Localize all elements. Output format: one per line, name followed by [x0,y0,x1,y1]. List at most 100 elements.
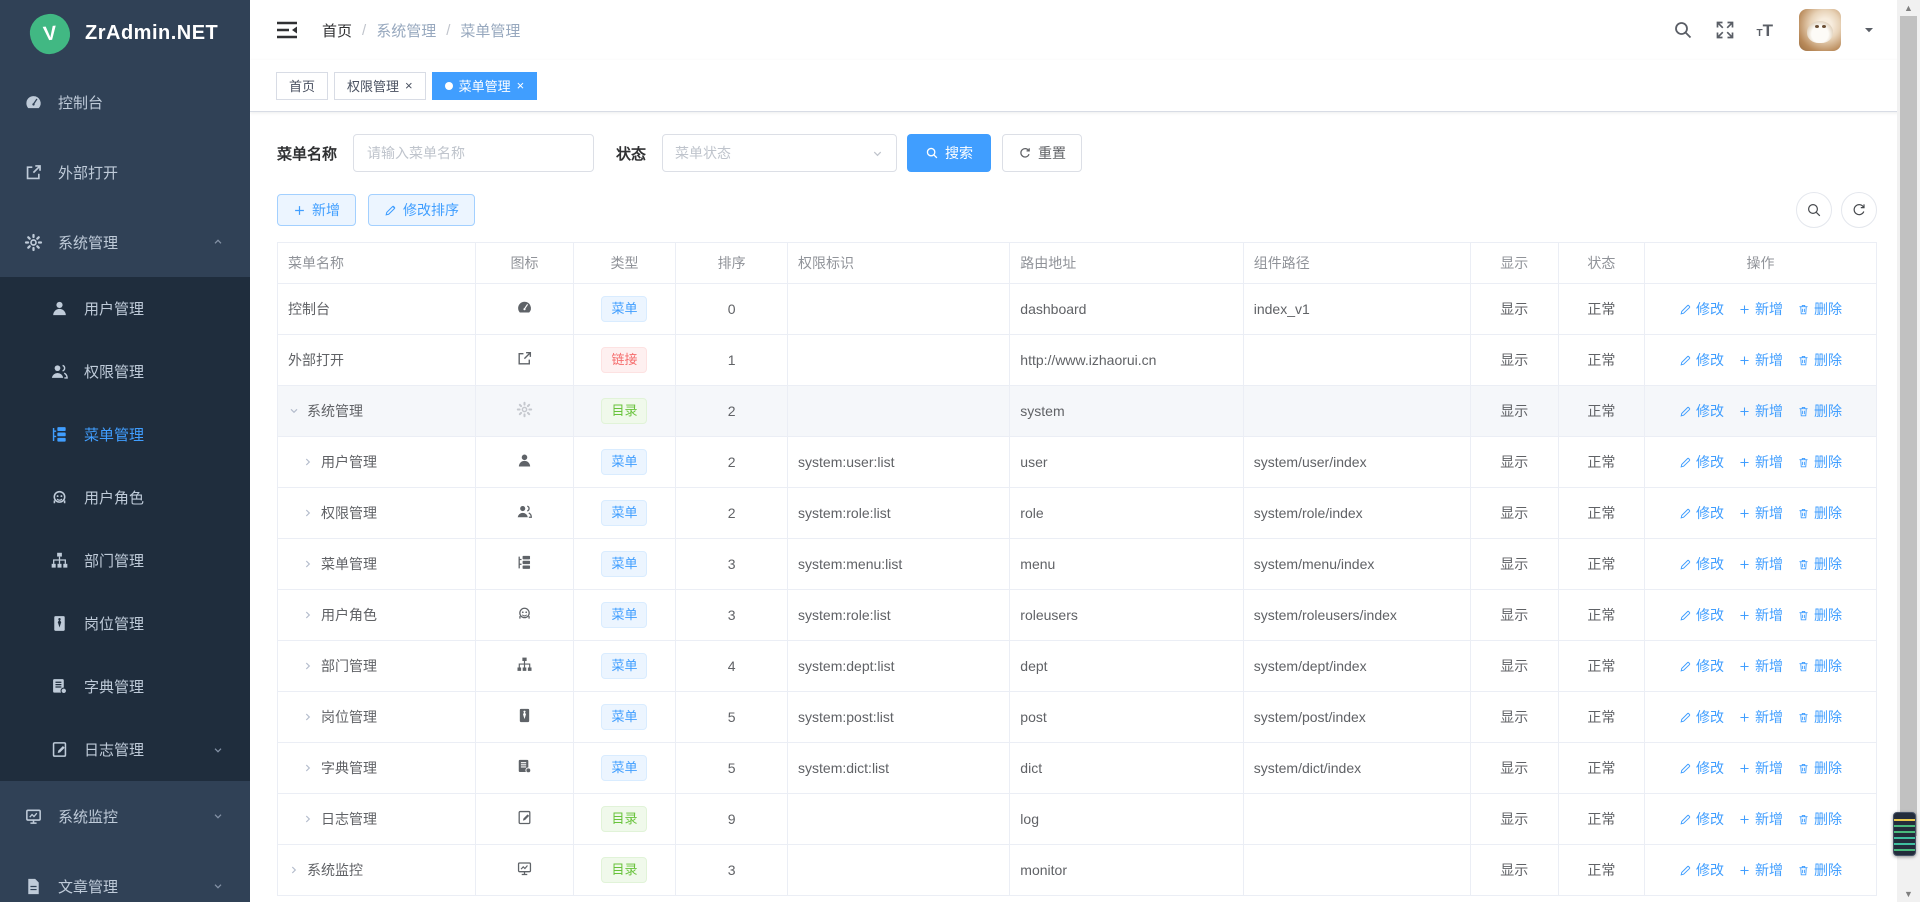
fullscreen-icon[interactable] [1715,20,1735,40]
page-scrollbar[interactable]: ▲ ▼ [1897,0,1920,902]
edit-link[interactable]: 修改 [1679,350,1724,370]
delete-link[interactable]: 删除 [1797,605,1842,625]
add-button[interactable]: 新增 [277,194,356,226]
delete-link[interactable]: 删除 [1797,503,1842,523]
sidebar-item-logs[interactable]: 日志管理 [0,718,250,781]
edit-link[interactable]: 修改 [1679,452,1724,472]
add-link[interactable]: 新增 [1738,758,1783,778]
delete-link[interactable]: 删除 [1797,554,1842,574]
close-icon[interactable]: × [517,79,525,92]
dict-icon [516,758,533,775]
type-tag: 菜单 [601,602,647,629]
delete-link[interactable]: 删除 [1797,809,1842,829]
sidebar-item-dashboard[interactable]: 控制台 [0,67,250,137]
component-cell: system/dict/index [1243,743,1470,794]
sidebar-item-departments[interactable]: 部门管理 [0,529,250,592]
edit-link[interactable]: 修改 [1679,758,1724,778]
dashboard-icon [24,93,43,112]
avatar[interactable] [1799,9,1841,51]
breadcrumb-separator: / [362,22,366,39]
add-link[interactable]: 新增 [1738,503,1783,523]
toggle-search-button[interactable] [1796,192,1832,228]
logo-mark-icon: V [28,12,72,56]
scroll-marker-widget[interactable] [1893,812,1916,856]
tab-home[interactable]: 首页 [276,72,328,100]
app-title: ZrAdmin.NET [85,22,218,45]
edit-link[interactable]: 修改 [1679,656,1724,676]
delete-link[interactable]: 删除 [1797,401,1842,421]
delete-link[interactable]: 删除 [1797,860,1842,880]
expand-arrow-icon[interactable] [302,813,314,825]
type-tag: 菜单 [601,755,647,782]
tab-menus[interactable]: 菜单管理 × [432,72,538,100]
sidebar-item-external[interactable]: 外部打开 [0,137,250,207]
add-link[interactable]: 新增 [1738,554,1783,574]
sort-button[interactable]: 修改排序 [368,194,475,226]
caret-down-icon[interactable] [1863,24,1875,36]
breadcrumb-home[interactable]: 首页 [322,20,352,41]
add-link[interactable]: 新增 [1738,605,1783,625]
reset-button[interactable]: 重置 [1002,134,1082,172]
edit-link[interactable]: 修改 [1679,554,1724,574]
sidebar-item-system[interactable]: 系统管理 [0,207,250,277]
search-icon[interactable] [1673,20,1693,40]
edit-link[interactable]: 修改 [1679,299,1724,319]
close-icon[interactable]: × [405,79,413,92]
expand-arrow-icon[interactable] [302,507,314,519]
sidebar-item-monitor[interactable]: 系统监控 [0,781,250,851]
status-select[interactable]: 菜单状态 [662,134,897,172]
expand-arrow-icon[interactable] [288,864,300,876]
menu-name-input[interactable] [353,134,594,172]
users-icon [50,362,69,381]
expand-arrow-icon[interactable] [302,609,314,621]
sidebar-item-label: 部门管理 [84,550,144,571]
sidebar-item-menus[interactable]: 菜单管理 [0,403,250,466]
add-link[interactable]: 新增 [1738,452,1783,472]
menu-table: 菜单名称 图标 类型 排序 权限标识 路由地址 组件路径 显示 状态 操作 控制… [277,242,1877,896]
add-link[interactable]: 新增 [1738,656,1783,676]
user-icon [516,452,533,469]
refresh-button[interactable] [1841,192,1877,228]
expand-arrow-icon[interactable] [302,762,314,774]
delete-link[interactable]: 删除 [1797,350,1842,370]
font-size-icon[interactable]: TT [1757,22,1774,39]
add-button-label: 新增 [312,200,340,220]
scroll-down-icon[interactable]: ▼ [1897,886,1920,902]
status-cell: 正常 [1558,590,1644,641]
component-cell: system/post/index [1243,692,1470,743]
expand-arrow-icon[interactable] [302,558,314,570]
collapse-arrow-icon[interactable] [288,405,300,417]
expand-arrow-icon[interactable] [302,660,314,672]
sidebar-item-dictionary[interactable]: 字典管理 [0,655,250,718]
add-link[interactable]: 新增 [1738,707,1783,727]
add-link[interactable]: 新增 [1738,401,1783,421]
scrollbar-thumb[interactable] [1900,16,1917,836]
edit-link[interactable]: 修改 [1679,503,1724,523]
visible-cell: 显示 [1470,488,1558,539]
add-link[interactable]: 新增 [1738,860,1783,880]
tab-roles[interactable]: 权限管理 × [334,72,426,100]
scroll-up-icon[interactable]: ▲ [1897,0,1920,16]
delete-link[interactable]: 删除 [1797,707,1842,727]
sidebar-collapse-icon[interactable] [276,20,298,40]
expand-arrow-icon[interactable] [302,711,314,723]
search-button[interactable]: 搜索 [907,134,991,172]
edit-link[interactable]: 修改 [1679,809,1724,829]
delete-link[interactable]: 删除 [1797,758,1842,778]
add-link[interactable]: 新增 [1738,350,1783,370]
sidebar-item-posts[interactable]: 岗位管理 [0,592,250,655]
delete-link[interactable]: 删除 [1797,299,1842,319]
delete-link[interactable]: 删除 [1797,452,1842,472]
edit-link[interactable]: 修改 [1679,707,1724,727]
sidebar-item-user-roles[interactable]: 用户角色 [0,466,250,529]
sidebar-item-users[interactable]: 用户管理 [0,277,250,340]
delete-link[interactable]: 删除 [1797,656,1842,676]
edit-link[interactable]: 修改 [1679,401,1724,421]
expand-arrow-icon[interactable] [302,456,314,468]
add-link[interactable]: 新增 [1738,809,1783,829]
sidebar-item-articles[interactable]: 文章管理 [0,851,250,902]
edit-link[interactable]: 修改 [1679,860,1724,880]
sidebar-item-roles[interactable]: 权限管理 [0,340,250,403]
add-link[interactable]: 新增 [1738,299,1783,319]
edit-link[interactable]: 修改 [1679,605,1724,625]
